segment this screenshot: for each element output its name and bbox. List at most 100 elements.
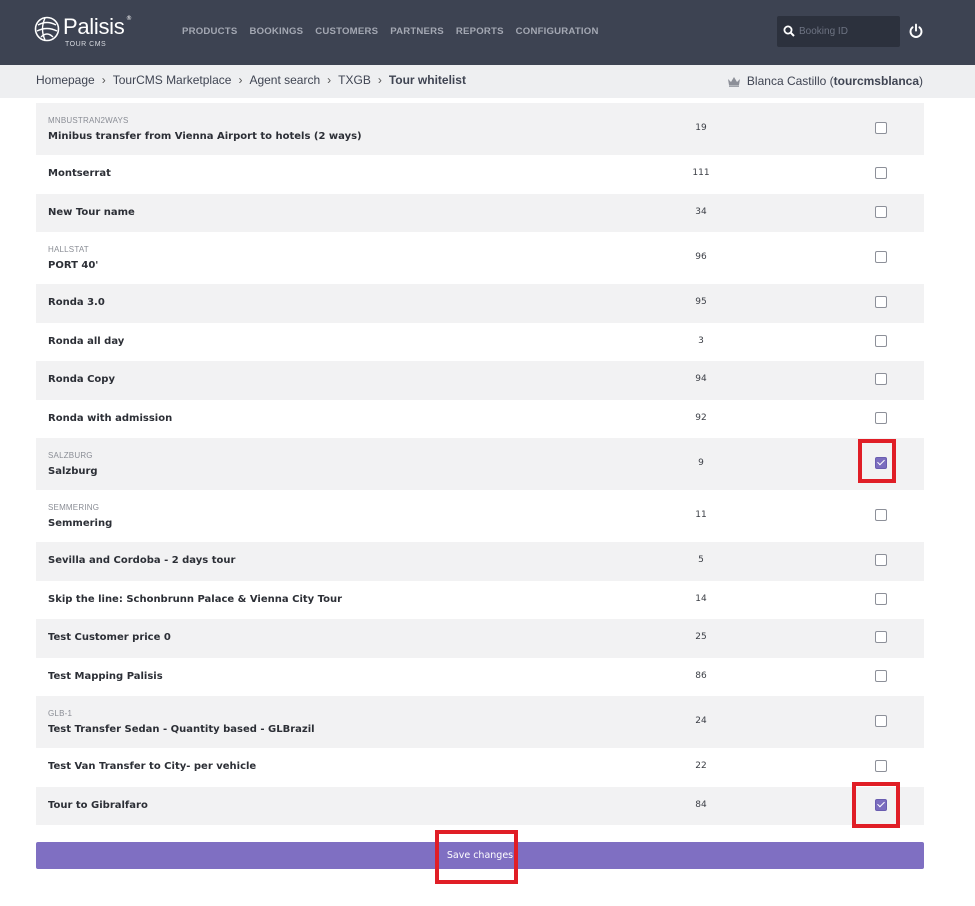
tour-count: 14 xyxy=(695,593,707,604)
tour-count: 11 xyxy=(695,510,707,520)
chevron-right-icon: › xyxy=(238,73,243,87)
tour-count: 5 xyxy=(698,555,704,566)
tour-name: Sevilla and Cordoba - 2 days tour xyxy=(48,555,236,566)
whitelist-checkbox[interactable] xyxy=(875,373,887,386)
tour-code: SEMMERING xyxy=(48,503,100,512)
tour-name: PORT 40' xyxy=(48,260,99,271)
breadcrumb-marketplace[interactable]: TourCMS Marketplace xyxy=(113,73,232,87)
whitelist-checkbox[interactable] xyxy=(875,411,887,424)
tour-count: 86 xyxy=(695,670,707,681)
table-row: Test Van Transfer to City- per vehicle 22 xyxy=(36,748,924,787)
whitelist-checkbox[interactable] xyxy=(875,296,887,309)
whitelist-checkbox[interactable] xyxy=(875,760,887,773)
breadcrumb-agent-search[interactable]: Agent search xyxy=(249,73,320,87)
nav-configuration[interactable]: CONFIGURATION xyxy=(516,26,599,37)
table-row: Ronda Copy 94 xyxy=(36,361,924,400)
whitelist-checkbox[interactable] xyxy=(875,509,887,521)
table-row: Skip the line: Schonbrunn Palace & Vienn… xyxy=(36,581,924,620)
whitelist-checkbox[interactable] xyxy=(875,122,887,134)
tour-name: Montserrat xyxy=(48,168,111,179)
breadcrumb-bar: Homepage › TourCMS Marketplace › Agent s… xyxy=(0,65,975,98)
tour-name: Ronda with admission xyxy=(48,412,173,424)
nav-reports[interactable]: REPORTS xyxy=(456,26,504,37)
user-login-close-paren: ) xyxy=(919,74,923,88)
tour-name: Tour to Gibralfaro xyxy=(48,799,148,811)
table-row: Ronda 3.0 95 xyxy=(36,284,924,323)
booking-search xyxy=(777,16,900,47)
booking-id-input[interactable] xyxy=(799,20,895,43)
table-row: Test Customer price 0 25 xyxy=(36,619,924,658)
whitelist-checkbox[interactable] xyxy=(875,554,887,567)
whitelist-checkbox[interactable] xyxy=(875,334,887,347)
whitelist-checkbox[interactable] xyxy=(875,715,887,727)
tour-name: Salzburg xyxy=(48,466,98,477)
top-header: Palisis ® TOUR CMS PRODUCTS BOOKINGS CUS… xyxy=(0,0,975,65)
table-row: GLB-1 Test Transfer Sedan - Quantity base… xyxy=(36,696,924,748)
tour-count: 96 xyxy=(695,252,707,262)
crown-icon xyxy=(727,76,740,87)
tour-name: Test Mapping Palisis xyxy=(48,670,163,682)
tour-count: 3 xyxy=(698,335,704,346)
table-row: Tour to Gibralfaro 84 xyxy=(36,786,924,825)
breadcrumb-txgb[interactable]: TXGB xyxy=(338,73,371,87)
palisis-logo[interactable]: Palisis ® TOUR CMS xyxy=(34,14,144,52)
search-icon xyxy=(783,25,795,37)
checkbox-highlight-box xyxy=(852,781,900,828)
tour-count: 22 xyxy=(695,761,707,772)
tour-name: Skip the line: Schonbrunn Palace & Vienn… xyxy=(48,593,343,605)
table-row: SEMMERING Semmering 11 xyxy=(36,490,924,542)
brand-name: Palisis xyxy=(63,14,125,39)
tour-name: Ronda all day xyxy=(48,335,125,347)
tour-name: Test Van Transfer to City- per vehicle xyxy=(48,761,257,772)
tour-count: 92 xyxy=(695,412,707,423)
tour-code: HALLSTAT xyxy=(48,245,89,254)
brand-registered-mark: ® xyxy=(126,15,132,22)
tour-name: Test Customer price 0 xyxy=(48,632,171,643)
whitelist-checkbox[interactable] xyxy=(875,205,887,218)
nav-partners[interactable]: PARTNERS xyxy=(390,26,444,37)
whitelist-checkbox[interactable] xyxy=(875,592,887,605)
checkbox-highlight-box xyxy=(858,439,896,483)
tour-name: Ronda Copy xyxy=(48,374,115,385)
nav-products[interactable]: PRODUCTS xyxy=(182,26,237,37)
tour-count: 19 xyxy=(695,123,707,133)
tour-name: Ronda 3.0 xyxy=(48,297,105,308)
tour-name: Minibus transfer from Vienna Airport to … xyxy=(48,131,362,142)
table-row: New Tour name 34 xyxy=(36,193,924,232)
tour-code: GLB-1 xyxy=(48,709,73,718)
table-row: MNBUSTRAN2WAYS Minibus transfer from Vien… xyxy=(36,103,924,155)
user-login-open-paren: ( xyxy=(826,74,834,88)
whitelist-checkbox[interactable] xyxy=(875,669,887,682)
table-row: HALLSTAT PORT 40' 96 xyxy=(36,232,924,284)
tour-count: 95 xyxy=(695,297,707,308)
table-row: SALZBURG Salzburg 9 xyxy=(36,438,924,490)
tour-count: 111 xyxy=(692,168,710,179)
tour-count: 25 xyxy=(695,632,707,643)
breadcrumb-homepage[interactable]: Homepage xyxy=(36,73,95,87)
power-icon[interactable] xyxy=(908,23,924,39)
tour-count: 84 xyxy=(695,799,707,810)
tour-name: Test Transfer Sedan - Quantity based - G… xyxy=(48,724,315,735)
whitelist-checkbox[interactable] xyxy=(875,631,887,644)
chevron-right-icon: › xyxy=(101,73,106,87)
tour-name: New Tour name xyxy=(48,206,135,218)
user-name: Blanca Castillo xyxy=(746,74,827,88)
user-login: tourcmsblanca xyxy=(833,74,919,88)
whitelist-checkbox[interactable] xyxy=(875,167,887,180)
nav-bookings[interactable]: BOOKINGS xyxy=(249,26,303,37)
table-row: Sevilla and Cordoba - 2 days tour 5 xyxy=(36,542,924,581)
whitelist-checkbox[interactable] xyxy=(875,251,887,263)
tour-code: MNBUSTRAN2WAYS xyxy=(48,116,129,125)
tour-whitelist-table: MNBUSTRAN2WAYS Minibus transfer from Vien… xyxy=(36,103,924,825)
tour-name: Semmering xyxy=(48,518,113,529)
brand-subtitle: TOUR CMS xyxy=(65,41,107,48)
chevron-right-icon: › xyxy=(377,73,382,87)
tour-count: 34 xyxy=(695,206,707,217)
save-highlight-box xyxy=(435,830,518,884)
tour-count: 94 xyxy=(695,374,707,385)
tour-code: SALZBURG xyxy=(48,451,93,460)
table-row: Ronda with admission 92 xyxy=(36,400,924,439)
breadcrumb-current: Tour whitelist xyxy=(388,73,466,87)
nav-customers[interactable]: CUSTOMERS xyxy=(315,26,378,37)
user-info[interactable]: Blanca Castillo (tourcmsblanca) xyxy=(727,74,923,88)
